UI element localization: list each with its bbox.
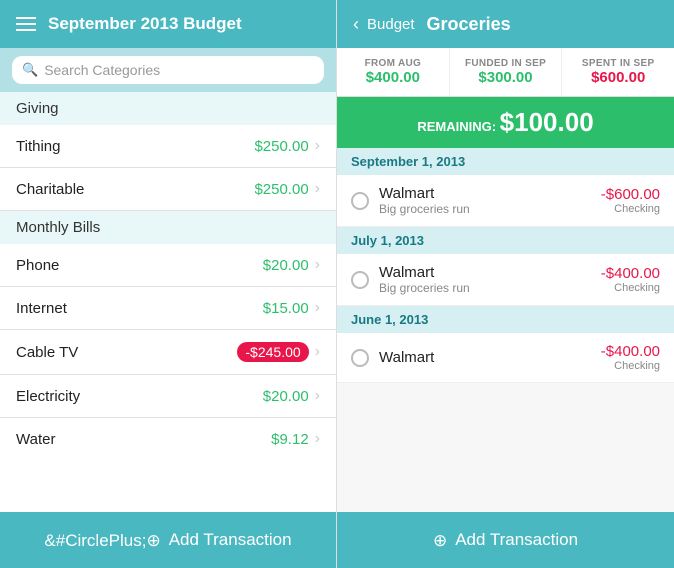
stat-label-funded-sep: FUNDED IN SEP: [456, 58, 556, 69]
list-item[interactable]: Cable TV -$245.00 ›: [0, 330, 336, 375]
category-right: $15.00 ›: [263, 299, 320, 317]
category-amount: $250.00: [254, 138, 308, 155]
remaining-bar: REMAINING: $100.00: [337, 97, 674, 148]
add-icon: &#CirclePlus;⊕: [44, 532, 160, 549]
chevron-right-icon: ›: [315, 387, 320, 405]
list-item[interactable]: Phone $20.00 ›: [0, 244, 336, 287]
list-item[interactable]: Electricity $20.00 ›: [0, 375, 336, 418]
category-right: $250.00 ›: [254, 180, 320, 198]
transaction-sub: Big groceries run: [379, 281, 591, 295]
right-panel: ‹ Budget Groceries FROM AUG $400.00 FUND…: [337, 0, 674, 568]
category-name: Tithing: [16, 138, 60, 155]
category-right: -$245.00 ›: [237, 342, 320, 362]
category-right: $20.00 ›: [263, 256, 320, 274]
list-item[interactable]: Charitable $250.00 ›: [0, 168, 336, 211]
transaction-name: Walmart: [379, 264, 591, 281]
category-right: $250.00 ›: [254, 137, 320, 155]
chevron-right-icon: ›: [315, 137, 320, 155]
category-amount: $15.00: [263, 300, 309, 317]
chevron-right-icon: ›: [315, 343, 320, 361]
transaction-info: Walmart Big groceries run: [379, 185, 591, 216]
category-name: Phone: [16, 257, 59, 274]
category-right: $20.00 ›: [263, 387, 320, 405]
stat-value-from-aug: $400.00: [343, 69, 443, 86]
list-item[interactable]: Walmart Big groceries run -$400.00 Check…: [337, 254, 674, 306]
transaction-status-icon: [351, 349, 369, 367]
chevron-right-icon: ›: [315, 430, 320, 448]
giving-group-header: Giving: [0, 92, 336, 125]
transaction-amount: -$400.00: [601, 265, 660, 282]
stat-label-from-aug: FROM AUG: [343, 58, 443, 69]
left-header: September 2013 Budget: [0, 0, 336, 48]
date-header-jun: June 1, 2013: [337, 306, 674, 333]
search-bar[interactable]: 🔍 Search Categories: [12, 56, 324, 84]
date-header-jul: July 1, 2013: [337, 227, 674, 254]
category-amount: $250.00: [254, 181, 308, 198]
transaction-name: Walmart: [379, 185, 591, 202]
category-amount: $20.00: [263, 388, 309, 405]
transaction-name: Walmart: [379, 349, 591, 366]
category-name: Internet: [16, 300, 67, 317]
remaining-label: REMAINING:: [417, 119, 499, 134]
search-icon: 🔍: [22, 62, 38, 78]
category-amount-negative: -$245.00: [237, 342, 308, 362]
date-header-sep: September 1, 2013: [337, 148, 674, 175]
chevron-right-icon: ›: [315, 256, 320, 274]
stat-spent-sep: SPENT IN SEP $600.00: [562, 48, 674, 96]
stat-funded-sep: FUNDED IN SEP $300.00: [450, 48, 563, 96]
back-label[interactable]: Budget: [367, 16, 415, 33]
transaction-account: Checking: [601, 360, 660, 372]
list-item[interactable]: Tithing $250.00 ›: [0, 125, 336, 168]
add-icon-right: ⊕: [433, 532, 447, 549]
category-right: $9.12 ›: [271, 430, 320, 448]
stat-from-aug: FROM AUG $400.00: [337, 48, 450, 96]
stat-value-spent-sep: $600.00: [568, 69, 668, 86]
back-arrow-icon[interactable]: ‹: [353, 14, 359, 35]
add-transaction-label-left: Add Transaction: [169, 530, 292, 550]
transaction-info: Walmart Big groceries run: [379, 264, 591, 295]
remaining-amount: $100.00: [500, 107, 594, 137]
list-item[interactable]: Walmart -$400.00 Checking: [337, 333, 674, 383]
list-item[interactable]: Internet $15.00 ›: [0, 287, 336, 330]
add-transaction-button-left[interactable]: &#CirclePlus;⊕ Add Transaction: [0, 512, 336, 568]
stat-label-spent-sep: SPENT IN SEP: [568, 58, 668, 69]
stats-bar: FROM AUG $400.00 FUNDED IN SEP $300.00 S…: [337, 48, 674, 97]
category-name: Cable TV: [16, 344, 78, 361]
transaction-right: -$400.00 Checking: [601, 343, 660, 372]
chevron-right-icon: ›: [315, 299, 320, 317]
transaction-account: Checking: [601, 203, 660, 215]
list-item[interactable]: Walmart Big groceries run -$600.00 Check…: [337, 175, 674, 227]
transaction-status-icon: [351, 192, 369, 210]
category-name: Charitable: [16, 181, 84, 198]
transaction-right: -$600.00 Checking: [601, 186, 660, 215]
transaction-right: -$400.00 Checking: [601, 265, 660, 294]
stat-value-funded-sep: $300.00: [456, 69, 556, 86]
right-header: ‹ Budget Groceries: [337, 0, 674, 48]
left-panel: September 2013 Budget 🔍 Search Categorie…: [0, 0, 337, 568]
transaction-sub: Big groceries run: [379, 202, 591, 216]
category-amount: $9.12: [271, 431, 309, 448]
transactions-list: September 1, 2013 Walmart Big groceries …: [337, 148, 674, 512]
search-placeholder: Search Categories: [44, 62, 160, 78]
category-name: Electricity: [16, 388, 80, 405]
transaction-account: Checking: [601, 282, 660, 294]
menu-icon[interactable]: [16, 17, 36, 31]
add-transaction-button-right[interactable]: ⊕ Add Transaction: [337, 512, 674, 568]
transaction-status-icon: [351, 271, 369, 289]
category-name: Water: [16, 431, 55, 448]
transaction-amount: -$400.00: [601, 343, 660, 360]
left-header-title: September 2013 Budget: [48, 14, 242, 34]
transaction-amount: -$600.00: [601, 186, 660, 203]
add-transaction-label-right: Add Transaction: [455, 530, 578, 550]
transaction-info: Walmart: [379, 349, 591, 366]
chevron-right-icon: ›: [315, 180, 320, 198]
category-amount: $20.00: [263, 257, 309, 274]
categories-list: Giving Tithing $250.00 › Charitable $250…: [0, 92, 336, 512]
right-header-title: Groceries: [427, 14, 511, 35]
monthly-bills-group-header: Monthly Bills: [0, 211, 336, 244]
search-bar-container: 🔍 Search Categories: [0, 48, 336, 92]
list-item[interactable]: Water $9.12 ›: [0, 418, 336, 460]
